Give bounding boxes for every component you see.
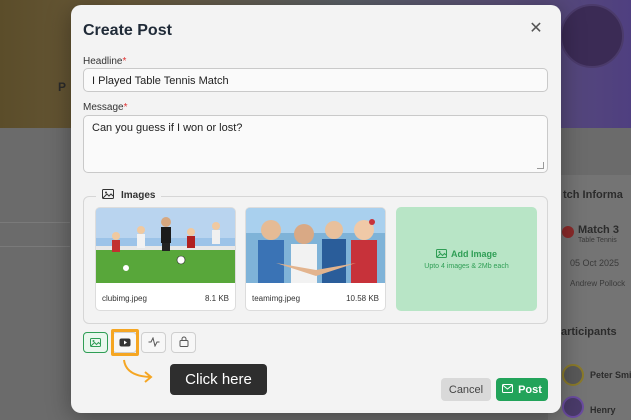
bg-participant-avatar-1 [562,364,584,386]
bg-match-title: Match 3 [578,224,619,236]
bg-match-icon [562,226,574,238]
message-textarea[interactable]: Can you guess if I won or lost? [83,115,548,173]
bg-left-label: P [58,80,67,94]
bg-avatar [560,4,624,68]
image-meta-1: clubimg.jpeg 8.1 KB [102,294,229,303]
send-icon [502,383,514,396]
headline-label: Headline* [83,56,127,67]
add-image-hint: Upto 4 images & 2Mb each [424,262,509,270]
add-image-button[interactable]: Add Image Upto 4 images & 2Mb each [396,207,537,311]
bg-participants-heading: articipants [561,326,617,338]
add-image-label: Add Image [450,249,497,259]
post-label: Post [518,383,542,396]
image-meta-2: teamimg.jpeg 10.58 KB [252,294,379,303]
video-button-highlight [111,329,139,356]
click-here-callout: Click here [170,364,267,395]
callout-arrow [123,359,153,383]
activity-icon [148,334,160,352]
bg-match-info-heading: tch Informa [563,189,623,201]
image-card-2[interactable]: teamimg.jpeg 10.58 KB [245,207,386,311]
image-icon [90,334,101,352]
image-card-1[interactable]: clubimg.jpeg 8.1 KB [95,207,236,311]
bg-participant-1: Peter Smit [590,370,631,380]
image-size: 8.1 KB [204,294,229,303]
images-legend: Images [96,189,162,202]
bg-match-sub: Table Tennis [578,237,617,244]
required-mark: * [123,102,128,113]
team-photo [246,208,385,283]
image-filename: teamimg.jpeg [252,294,301,303]
close-icon: ✕ [529,20,543,37]
add-image-tool-button[interactable] [83,332,108,353]
bg-participant-avatar-2 [562,396,584,418]
bg-divider [0,246,70,247]
image-filename: clubimg.jpeg [102,294,147,303]
cancel-button[interactable]: Cancel [441,378,491,401]
headline-value: I Played Table Tennis Match [92,75,229,87]
bg-match-date: 05 Oct 2025 [570,258,620,268]
bg-match-person: Andrew Pollock [570,279,626,288]
post-button[interactable]: Post [496,378,548,401]
lock-icon [179,334,189,352]
images-legend-label: Images [121,190,156,201]
resize-handle[interactable] [537,162,544,169]
message-value: Can you guess if I won or lost? [92,122,243,134]
club-photo [96,208,235,283]
bg-participant-2: Henry [590,405,616,415]
image-icon [102,189,114,202]
modal-title: Create Post [83,22,172,39]
message-label: Message* [83,102,128,113]
image-size: 10.58 KB [346,294,379,303]
add-image-icon [435,248,447,260]
required-mark: * [122,56,127,67]
privacy-tool-button[interactable] [171,332,196,353]
close-button[interactable]: ✕ [527,20,545,38]
headline-input[interactable]: I Played Table Tennis Match [83,68,548,92]
activity-tool-button[interactable] [141,332,166,353]
bg-divider [0,222,70,223]
